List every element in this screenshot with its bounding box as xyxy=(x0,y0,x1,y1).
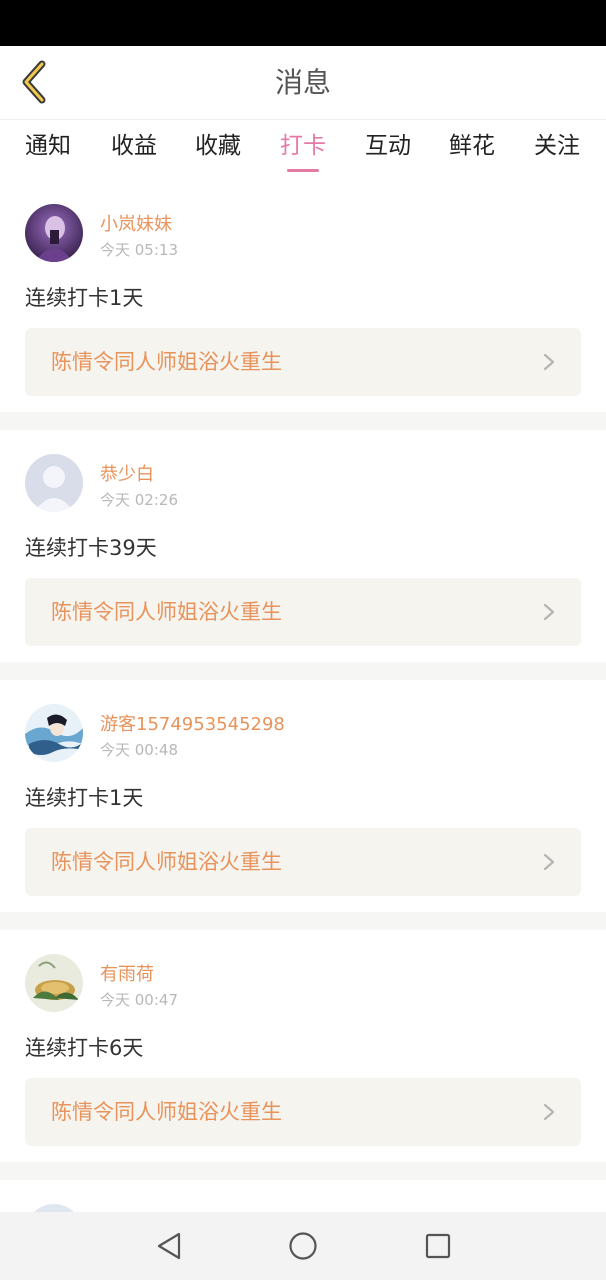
timestamp: 今天 02:26 xyxy=(100,491,178,509)
divider xyxy=(0,912,606,930)
divider xyxy=(0,1162,606,1180)
avatar[interactable] xyxy=(25,204,83,262)
circle-home-icon xyxy=(289,1232,317,1260)
nav-back-button[interactable] xyxy=(152,1229,186,1263)
avatar-image xyxy=(25,704,83,762)
checkin-text: 连续打卡39天 xyxy=(25,536,157,560)
tab-notifications[interactable]: 通知 xyxy=(13,120,83,180)
book-link[interactable]: 陈情令同人师姐浴火重生 xyxy=(25,828,581,896)
list-item: 小岚妹妹 今天 05:13 连续打卡1天 陈情令同人师姐浴火重生 xyxy=(0,180,606,412)
timestamp: 今天 00:48 xyxy=(100,741,178,759)
user-name[interactable]: 小岚妹妹 xyxy=(100,210,172,236)
tab-bar: 通知 收益 收藏 打卡 互动 鲜花 关注 xyxy=(0,120,606,180)
tab-label: 互动 xyxy=(365,133,411,159)
book-title: 陈情令同人师姐浴火重生 xyxy=(51,350,282,374)
chevron-right-icon xyxy=(543,1103,555,1121)
tab-favorites[interactable]: 收藏 xyxy=(183,120,253,180)
checkin-text: 连续打卡6天 xyxy=(25,1036,144,1060)
tab-label: 收藏 xyxy=(195,133,241,159)
tab-following[interactable]: 关注 xyxy=(522,120,592,180)
system-nav-bar xyxy=(0,1212,606,1280)
checkin-text: 连续打卡1天 xyxy=(25,786,144,810)
book-title: 陈情令同人师姐浴火重生 xyxy=(51,1100,282,1124)
avatar[interactable] xyxy=(25,454,83,512)
avatar-image xyxy=(25,204,83,262)
message-list: 小岚妹妹 今天 05:13 连续打卡1天 陈情令同人师姐浴火重生 恭少白 今天 … xyxy=(0,180,606,1180)
avatar[interactable] xyxy=(25,954,83,1012)
chevron-right-icon xyxy=(543,603,555,621)
list-item: 有雨荷 今天 00:47 连续打卡6天 陈情令同人师姐浴火重生 xyxy=(0,930,606,1162)
chevron-left-icon xyxy=(22,60,46,104)
tab-checkin[interactable]: 打卡 xyxy=(268,120,338,180)
checkin-text: 连续打卡1天 xyxy=(25,286,144,310)
active-tab-indicator xyxy=(287,169,319,172)
nav-home-button[interactable] xyxy=(286,1229,320,1263)
chevron-right-icon xyxy=(543,353,555,371)
tab-label: 通知 xyxy=(25,133,71,159)
book-title: 陈情令同人师姐浴火重生 xyxy=(51,850,282,874)
status-bar xyxy=(0,0,606,46)
list-item: 恭少白 今天 02:26 连续打卡39天 陈情令同人师姐浴火重生 xyxy=(0,430,606,662)
tab-label: 关注 xyxy=(534,133,580,159)
user-name[interactable]: 有雨荷 xyxy=(100,960,154,986)
book-link[interactable]: 陈情令同人师姐浴火重生 xyxy=(25,328,581,396)
list-item: 游客1574953545298 今天 00:48 连续打卡1天 陈情令同人师姐浴… xyxy=(0,680,606,912)
user-name[interactable]: 游客1574953545298 xyxy=(100,710,285,736)
avatar[interactable] xyxy=(25,704,83,762)
tab-label: 打卡 xyxy=(280,133,326,159)
triangle-back-icon xyxy=(157,1232,181,1260)
tab-label: 收益 xyxy=(111,133,157,159)
tab-label: 鲜花 xyxy=(449,133,495,159)
divider xyxy=(0,662,606,680)
tab-earnings[interactable]: 收益 xyxy=(99,120,169,180)
chevron-right-icon xyxy=(543,853,555,871)
nav-recent-button[interactable] xyxy=(421,1229,455,1263)
book-link[interactable]: 陈情令同人师姐浴火重生 xyxy=(25,578,581,646)
user-name[interactable]: 恭少白 xyxy=(100,460,154,486)
back-button[interactable] xyxy=(10,58,58,106)
divider xyxy=(0,412,606,430)
tab-flowers[interactable]: 鲜花 xyxy=(437,120,507,180)
book-link[interactable]: 陈情令同人师姐浴火重生 xyxy=(25,1078,581,1146)
tab-interaction[interactable]: 互动 xyxy=(353,120,423,180)
timestamp: 今天 00:47 xyxy=(100,991,178,1009)
book-title: 陈情令同人师姐浴火重生 xyxy=(51,600,282,624)
default-user-icon xyxy=(25,454,83,512)
list-item-partial xyxy=(0,1180,606,1214)
timestamp: 今天 05:13 xyxy=(100,241,178,259)
header: 消息 xyxy=(0,46,606,120)
page-title: 消息 xyxy=(274,66,331,99)
square-recent-icon xyxy=(425,1233,451,1259)
avatar-image xyxy=(25,954,83,1012)
